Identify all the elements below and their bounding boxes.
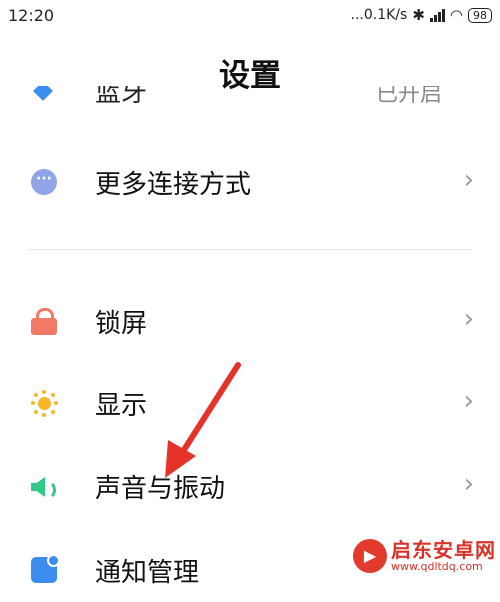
- bluetooth-icon: ✱: [412, 6, 425, 24]
- section-divider: [28, 249, 472, 250]
- status-indicators: ...0.1K/s ✱ ◠ 98: [351, 6, 492, 24]
- watermark-title: 启东安卓网: [391, 537, 496, 562]
- watermark-logo-icon: ▶: [353, 538, 387, 573]
- settings-item-lock-screen[interactable]: 锁屏 ›: [0, 289, 500, 353]
- settings-item-label: 通知管理: [95, 558, 200, 588]
- notification-icon: [31, 554, 60, 583]
- chevron-right-icon: ›: [463, 304, 474, 334]
- settings-item-sound-vibration[interactable]: 声音与振动 ›: [0, 454, 500, 518]
- bluetooth-item-value: 已开启: [375, 86, 442, 107]
- status-time: 12:20: [8, 6, 55, 25]
- sun-icon: [31, 390, 58, 417]
- settings-item-label: 更多连接方式: [95, 170, 252, 200]
- settings-item-display[interactable]: 显示 ›: [0, 371, 500, 435]
- settings-item-more-connections[interactable]: ··· 更多连接方式 ›: [0, 150, 500, 214]
- settings-item-bluetooth[interactable]: 蓝牙 已开启: [0, 86, 500, 116]
- battery-indicator: 98: [468, 7, 492, 23]
- settings-item-label: 锁屏: [95, 309, 148, 339]
- settings-item-label: 声音与振动: [95, 474, 226, 504]
- network-speed: ...0.1K/s: [350, 7, 408, 23]
- signal-icon: [429, 8, 445, 22]
- chevron-right-icon: ›: [463, 165, 474, 195]
- watermark-url: www.qdltdq.com: [391, 559, 483, 573]
- chevron-right-icon: ›: [463, 469, 474, 499]
- wifi-icon: ◠: [449, 6, 463, 24]
- bluetooth-item-icon: [33, 86, 53, 101]
- settings-item-label: 显示: [95, 391, 148, 421]
- speaker-icon: [31, 473, 57, 500]
- lock-icon: [31, 308, 57, 335]
- chevron-right-icon: ›: [463, 386, 474, 416]
- more-icon: ···: [31, 169, 57, 195]
- watermark: ▶ 启东安卓网 www.qdltdq.com: [353, 539, 496, 573]
- bluetooth-item-label: 蓝牙: [95, 86, 148, 108]
- status-bar: 12:20 ...0.1K/s ✱ ◠ 98: [0, 0, 500, 34]
